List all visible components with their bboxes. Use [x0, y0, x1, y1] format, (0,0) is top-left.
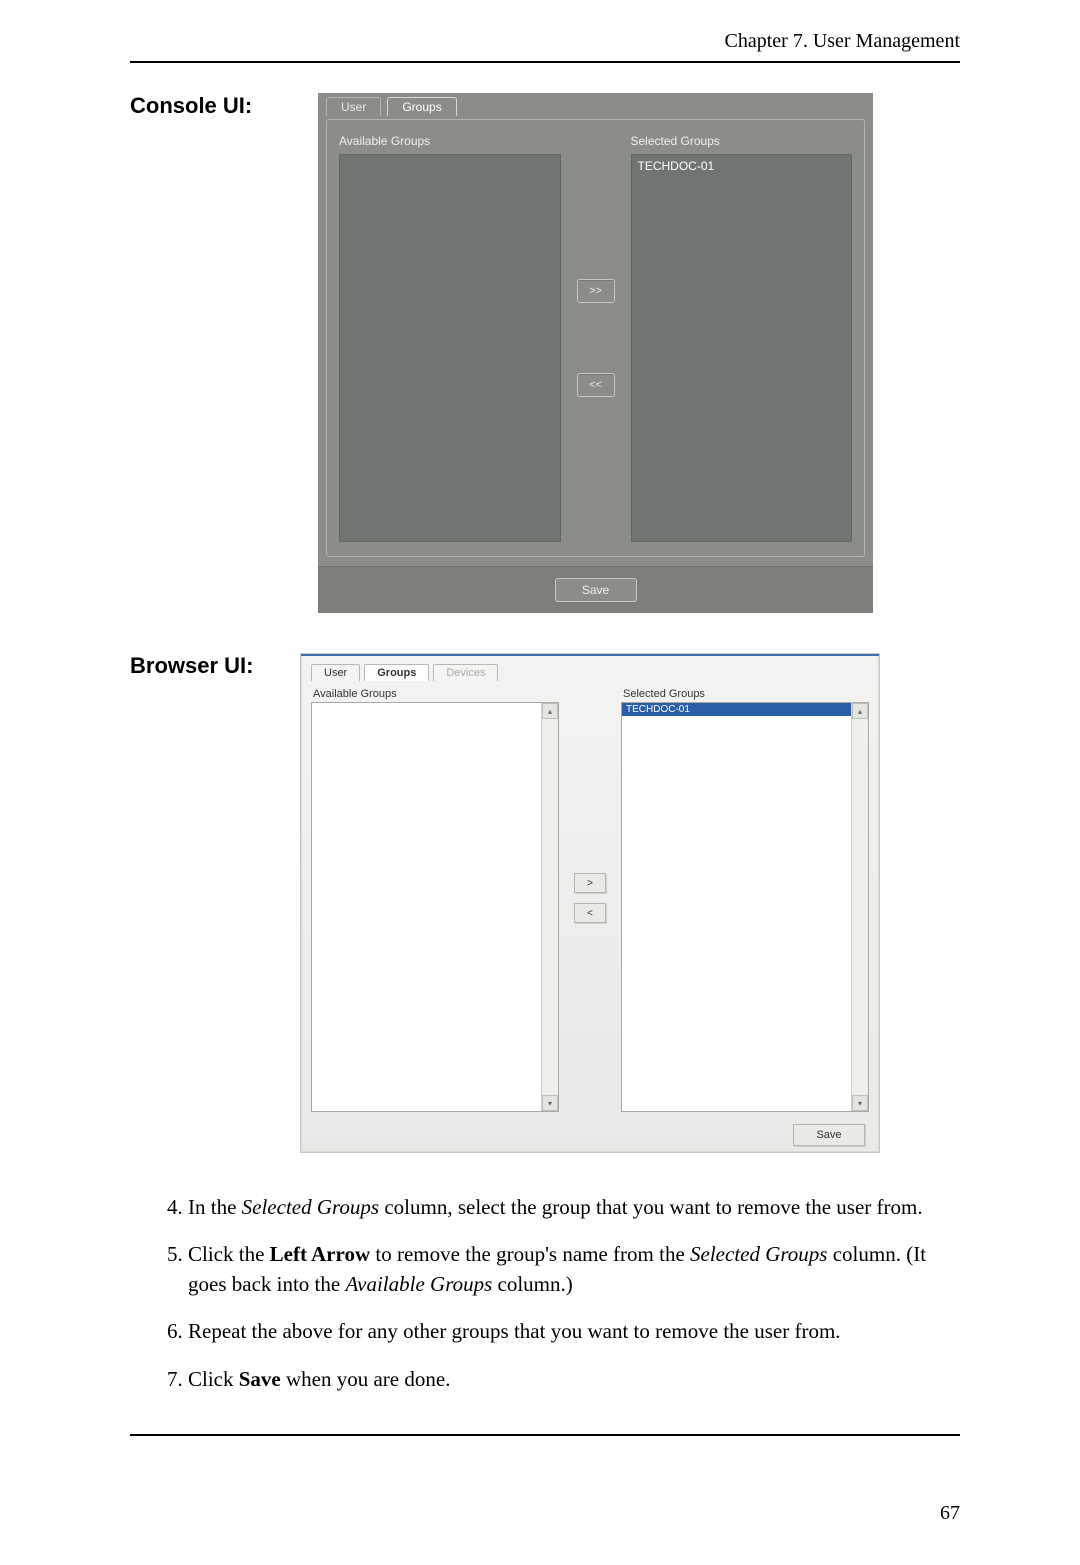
console-tab-groups[interactable]: Groups [387, 97, 456, 116]
browser-available-listbox[interactable]: ▴ ▾ [311, 702, 559, 1112]
page-number: 67 [940, 1502, 960, 1525]
browser-available-label: Available Groups [313, 688, 559, 700]
browser-move-left-button[interactable]: < [574, 903, 606, 923]
scroll-down-icon[interactable]: ▾ [852, 1095, 868, 1111]
browser-selected-listbox[interactable]: TECHDOC-01 ▴ ▾ [621, 702, 869, 1112]
browser-tab-devices[interactable]: Devices [433, 664, 498, 681]
footer-rule [130, 1434, 960, 1436]
step-5: Click the Left Arrow to remove the group… [188, 1240, 960, 1299]
browser-screenshot: User Groups Devices Available Groups ▴ ▾ [300, 653, 880, 1153]
browser-move-right-button[interactable]: > [574, 873, 606, 893]
console-available-label: Available Groups [339, 134, 561, 148]
console-selected-listbox[interactable]: TECHDOC-01 [631, 154, 853, 542]
browser-selected-scrollbar[interactable]: ▴ ▾ [851, 703, 868, 1111]
instruction-list: In the Selected Groups column, select th… [130, 1193, 960, 1394]
console-save-button[interactable]: Save [555, 578, 637, 602]
browser-tab-user[interactable]: User [311, 664, 360, 681]
step-7: Click Save when you are done. [188, 1365, 960, 1394]
scroll-up-icon[interactable]: ▴ [542, 703, 558, 719]
browser-available-scrollbar[interactable]: ▴ ▾ [541, 703, 558, 1111]
label-browser-ui: Browser UI: [130, 653, 300, 679]
browser-save-button[interactable]: Save [793, 1124, 865, 1146]
console-available-listbox[interactable] [339, 154, 561, 542]
console-move-left-button[interactable]: << [577, 373, 615, 397]
step-6: Repeat the above for any other groups th… [188, 1317, 960, 1346]
console-move-right-button[interactable]: >> [577, 279, 615, 303]
running-header: Chapter 7. User Management [130, 30, 960, 53]
browser-selected-item[interactable]: TECHDOC-01 [622, 703, 868, 716]
console-selected-item[interactable]: TECHDOC-01 [638, 159, 846, 173]
browser-selected-label: Selected Groups [623, 688, 869, 700]
console-tab-user[interactable]: User [326, 97, 381, 116]
console-screenshot: User Groups Available Groups >> << Selec… [318, 93, 873, 613]
scroll-up-icon[interactable]: ▴ [852, 703, 868, 719]
console-selected-label: Selected Groups [631, 134, 853, 148]
scroll-down-icon[interactable]: ▾ [542, 1095, 558, 1111]
label-console-ui: Console UI: [130, 93, 300, 119]
header-rule [130, 61, 960, 63]
step-4: In the Selected Groups column, select th… [188, 1193, 960, 1222]
browser-tab-groups[interactable]: Groups [364, 664, 429, 681]
